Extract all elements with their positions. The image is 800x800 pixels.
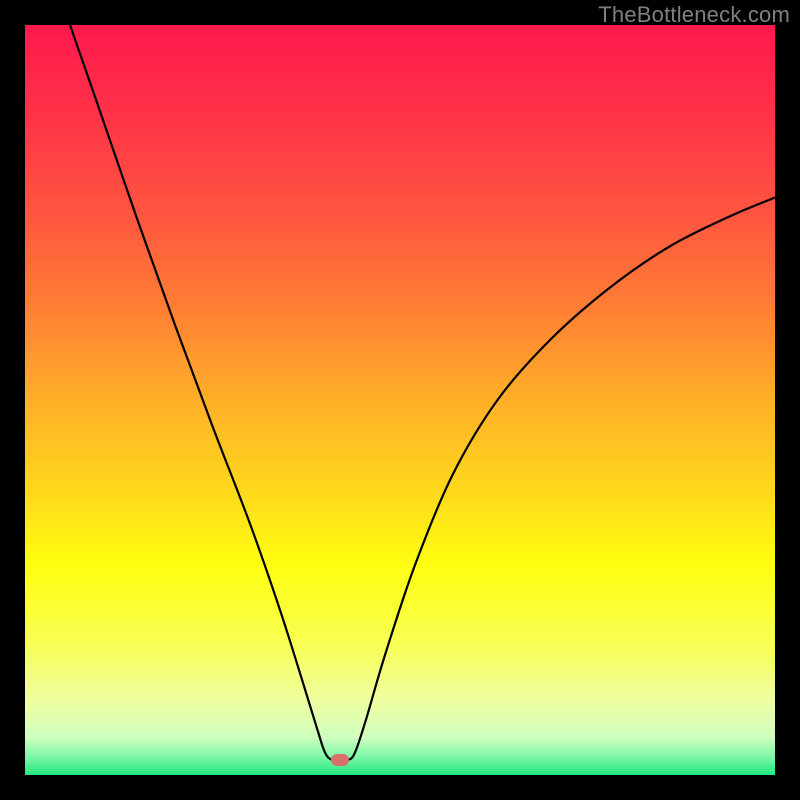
chart-frame [25, 25, 775, 775]
optimum-marker [331, 754, 349, 766]
gradient-background [25, 25, 775, 775]
watermark-text: TheBottleneck.com [598, 2, 790, 28]
